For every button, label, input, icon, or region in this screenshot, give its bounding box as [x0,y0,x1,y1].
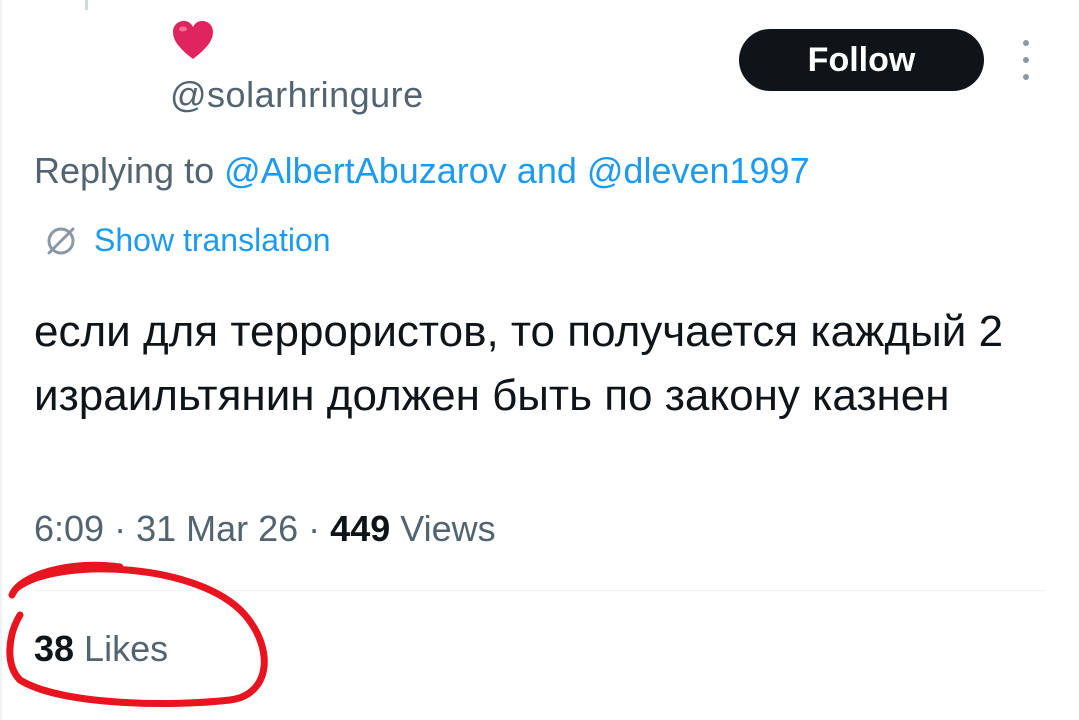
show-translation-link[interactable]: Show translation [44,222,331,259]
reply-context: Replying to @AlbertAbuzarov and @dleven1… [34,150,810,192]
thread-connector-line [85,0,88,10]
left-border [0,0,2,720]
likes-label: Likes [74,628,169,669]
tweet-time[interactable]: 6:09 [34,508,104,549]
meta-separator: · [298,508,331,549]
globe-translate-icon [47,227,75,254]
more-options-button[interactable] [1016,40,1036,80]
tweet-body: если для террористов, то получается кажд… [34,307,1004,420]
vertical-dots-icon [1023,40,1029,46]
likes-count: 38 [34,628,75,669]
vertical-dot [1023,74,1029,80]
show-translation-label: Show translation [94,222,331,258]
heart-emoji-icon [173,21,213,59]
author-handle[interactable]: @solarhringure [170,74,424,116]
reply-prefix: Replying to [34,150,225,191]
meta-separator: · [104,508,137,549]
tweet-metadata: 6:09 · 31 Mar 26 · 449 Views [34,508,496,550]
views-count: 449 [330,508,391,549]
reply-user-link-1[interactable]: @AlbertAbuzarov [224,150,507,191]
tweet-date[interactable]: 31 Mar 26 [136,508,298,549]
reply-user-link-2[interactable]: @dleven1997 [587,150,810,191]
follow-button[interactable]: Follow [739,29,984,91]
views-label: Views [390,508,496,549]
vertical-dot [1023,57,1029,63]
divider [34,590,1046,591]
reply-conjunction: and [506,150,587,191]
likes-link[interactable]: 38 Likes [34,628,168,670]
